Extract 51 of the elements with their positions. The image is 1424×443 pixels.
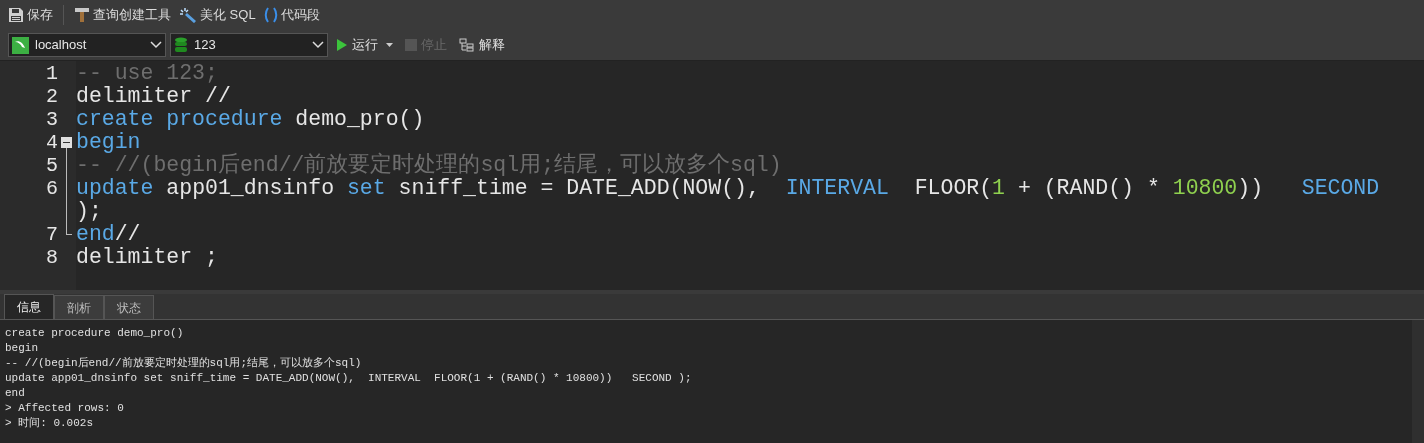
line-number: 5 (45, 154, 59, 177)
code-line: ); (76, 200, 103, 223)
line-number: 4 (45, 131, 59, 154)
message-line: > 时间: 0.002s (5, 416, 94, 431)
line-number: 2 (45, 85, 59, 108)
fold-end-line (66, 223, 72, 235)
toolbar-button[interactable]: 代码段 (261, 3, 322, 27)
line-number: 6 (45, 177, 59, 202)
play-icon (336, 38, 348, 52)
toolbar-button[interactable]: 美化 SQL (177, 3, 258, 27)
collapse-icon[interactable] (61, 137, 72, 148)
result-tab[interactable]: 剖析 (54, 295, 104, 319)
line-number: 3 (45, 108, 59, 131)
result-tab[interactable]: 状态 (104, 295, 154, 319)
line-number: 8 (45, 246, 59, 269)
code-line: delimiter // (76, 85, 232, 108)
result-tab[interactable]: 信息 (4, 294, 54, 319)
message-line: end (5, 386, 26, 401)
line-number: 7 (45, 223, 59, 246)
hammer-icon (74, 7, 90, 23)
code-line: update app01_dnsinfo set sniff_time = DATE_ADD(NOW(), INTERVAL FLOOR(1 + (RAND() * 10800)) SECOND (76, 177, 1381, 200)
dropdown-value: 123 (194, 36, 217, 55)
message-line: > Affected rows: 0 (5, 401, 125, 416)
chevron-icon (150, 41, 162, 49)
code-line: -- //(begin后end//前放要定时处理的sql用;结尾，可以放多个sql) (76, 154, 783, 177)
message-line: -- //(begin后end//前放要定时处理的sql用;结尾，可以放多个sql) (5, 356, 363, 371)
chevron-icon (312, 41, 324, 49)
code-line: delimiter ; (76, 246, 219, 269)
toolbar-button[interactable]: 查询创建工具 (72, 3, 173, 27)
message-line: begin (5, 341, 39, 356)
message-line: create procedure demo_pro() (5, 326, 185, 341)
code-line: -- use 123; (76, 62, 219, 85)
dropdown-value: localhost (35, 36, 88, 55)
message-line: update app01_dnsinfo set sniff_time = DATE_ADD(NOW(), INTERVAL FLOOR(1 + (RAND() * 10800)) SECOND ); (5, 371, 693, 386)
save-icon (8, 7, 24, 23)
line-number: 1 (45, 62, 59, 85)
magic-wand-icon (179, 7, 197, 23)
code-line: end// (76, 223, 142, 246)
toolbar-button[interactable]: 运行 (332, 33, 382, 57)
stop-icon (405, 39, 417, 51)
caret-icon[interactable] (386, 43, 393, 47)
dropdown[interactable]: 123 (170, 33, 328, 57)
code-line: create procedure demo_pro() (76, 108, 426, 131)
scrollbar[interactable] (1412, 320, 1424, 443)
toolbar-button[interactable]: 保存 (6, 3, 55, 27)
code-line: begin (76, 131, 142, 154)
database-icon (174, 37, 188, 53)
dropdown[interactable]: localhost (8, 33, 166, 57)
toolbar-button[interactable]: 解释 (455, 33, 509, 57)
parentheses-icon (263, 7, 278, 23)
explain-icon (459, 38, 475, 52)
